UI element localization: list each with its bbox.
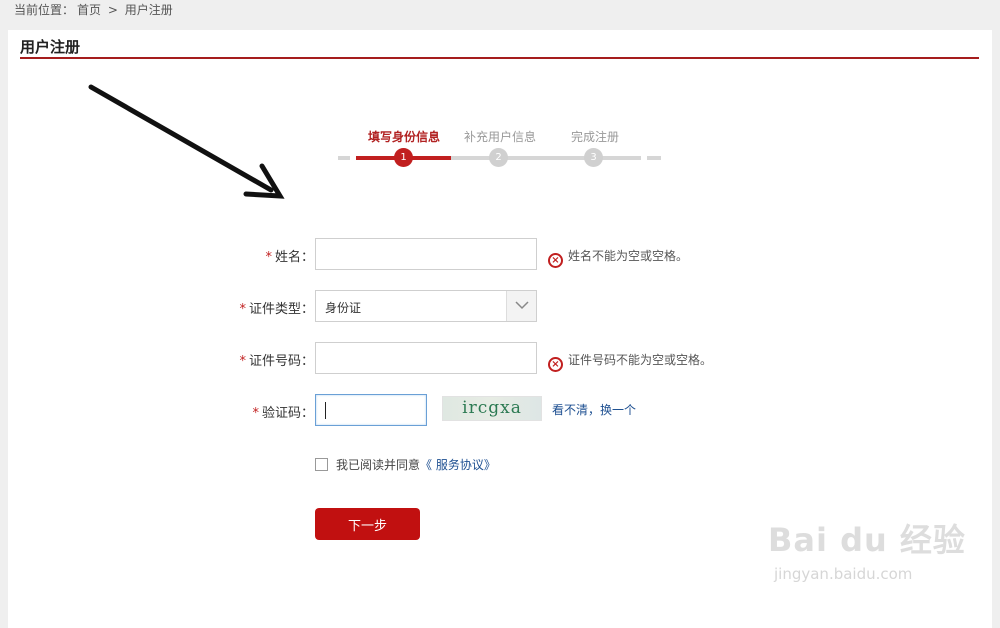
id-number-input[interactable]: [315, 342, 537, 374]
id-number-row: * 证件号码： × 证件号码不能为空或空格。: [8, 342, 992, 374]
breadcrumb-home-link[interactable]: 首页: [77, 3, 101, 17]
id-number-error: × 证件号码不能为空或空格。: [548, 351, 712, 372]
annotation-arrow-icon: [88, 84, 285, 199]
text-caret: [325, 402, 326, 419]
id-type-selected-value: 身份证: [325, 301, 362, 315]
captcha-image[interactable]: ircgxa: [442, 396, 542, 421]
service-agreement-link[interactable]: 《 服务协议》: [420, 458, 496, 472]
error-circle-x-icon: ×: [548, 253, 563, 268]
id-number-label: * 证件号码：: [239, 354, 314, 369]
page-title: 用户注册: [20, 38, 81, 56]
step-3-dot: 3: [584, 148, 603, 167]
name-error: × 姓名不能为空或空格。: [548, 247, 688, 268]
name-label: * 姓名：: [265, 250, 314, 265]
breadcrumb-current: 用户注册: [124, 3, 173, 17]
step-track-lead: [338, 156, 350, 160]
chevron-down-icon: [515, 301, 529, 310]
captcha-input[interactable]: [315, 394, 427, 426]
registration-steps: 填写身份信息 补充用户信息 完成注册 1 2 3: [338, 126, 668, 170]
step-track-tail: [647, 156, 661, 160]
step-1-label: 填写身份信息: [368, 130, 441, 144]
step-2-dot: 2: [489, 148, 508, 167]
name-input[interactable]: [315, 238, 537, 270]
agreement-row: 我已阅读并同意《 服务协议》: [315, 456, 496, 473]
captcha-row: * 验证码： ircgxa 看不清，换一个: [8, 394, 992, 426]
registration-panel: 用户注册 填写身份信息 补充用户信息 完成注册 1 2 3 * 姓名： × 姓名不能…: [8, 30, 992, 628]
id-type-select[interactable]: 身份证: [315, 290, 537, 322]
breadcrumb: 当前位置： 首页 > 用户注册: [14, 3, 176, 17]
captcha-label: * 验证码：: [252, 406, 314, 421]
captcha-refresh-link[interactable]: 看不清，换一个: [552, 401, 636, 418]
watermark-logo: Bai du 经验: [768, 521, 966, 559]
agreement-text: 我已阅读并同意: [336, 458, 421, 472]
agreement-checkbox[interactable]: [315, 458, 328, 471]
step-2-label: 补充用户信息: [464, 130, 537, 144]
watermark-url: jingyan.baidu.com: [774, 565, 913, 583]
step-track-2: [451, 156, 641, 160]
baidu-jingyan-watermark: Bai du 经验 jingyan.baidu.com: [768, 515, 966, 583]
id-type-row: * 证件类型： 身份证: [8, 290, 992, 322]
title-divider: [20, 57, 979, 59]
step-1-dot: 1: [394, 148, 413, 167]
dropdown-toggle[interactable]: [506, 291, 536, 321]
next-step-button[interactable]: 下一步: [315, 508, 420, 540]
step-3-label: 完成注册: [571, 130, 620, 144]
id-type-label: * 证件类型：: [239, 302, 314, 317]
breadcrumb-separator: >: [107, 3, 118, 17]
name-row: * 姓名： × 姓名不能为空或空格。: [8, 238, 992, 270]
breadcrumb-prefix: 当前位置：: [14, 3, 75, 17]
error-circle-x-icon: ×: [548, 357, 563, 372]
